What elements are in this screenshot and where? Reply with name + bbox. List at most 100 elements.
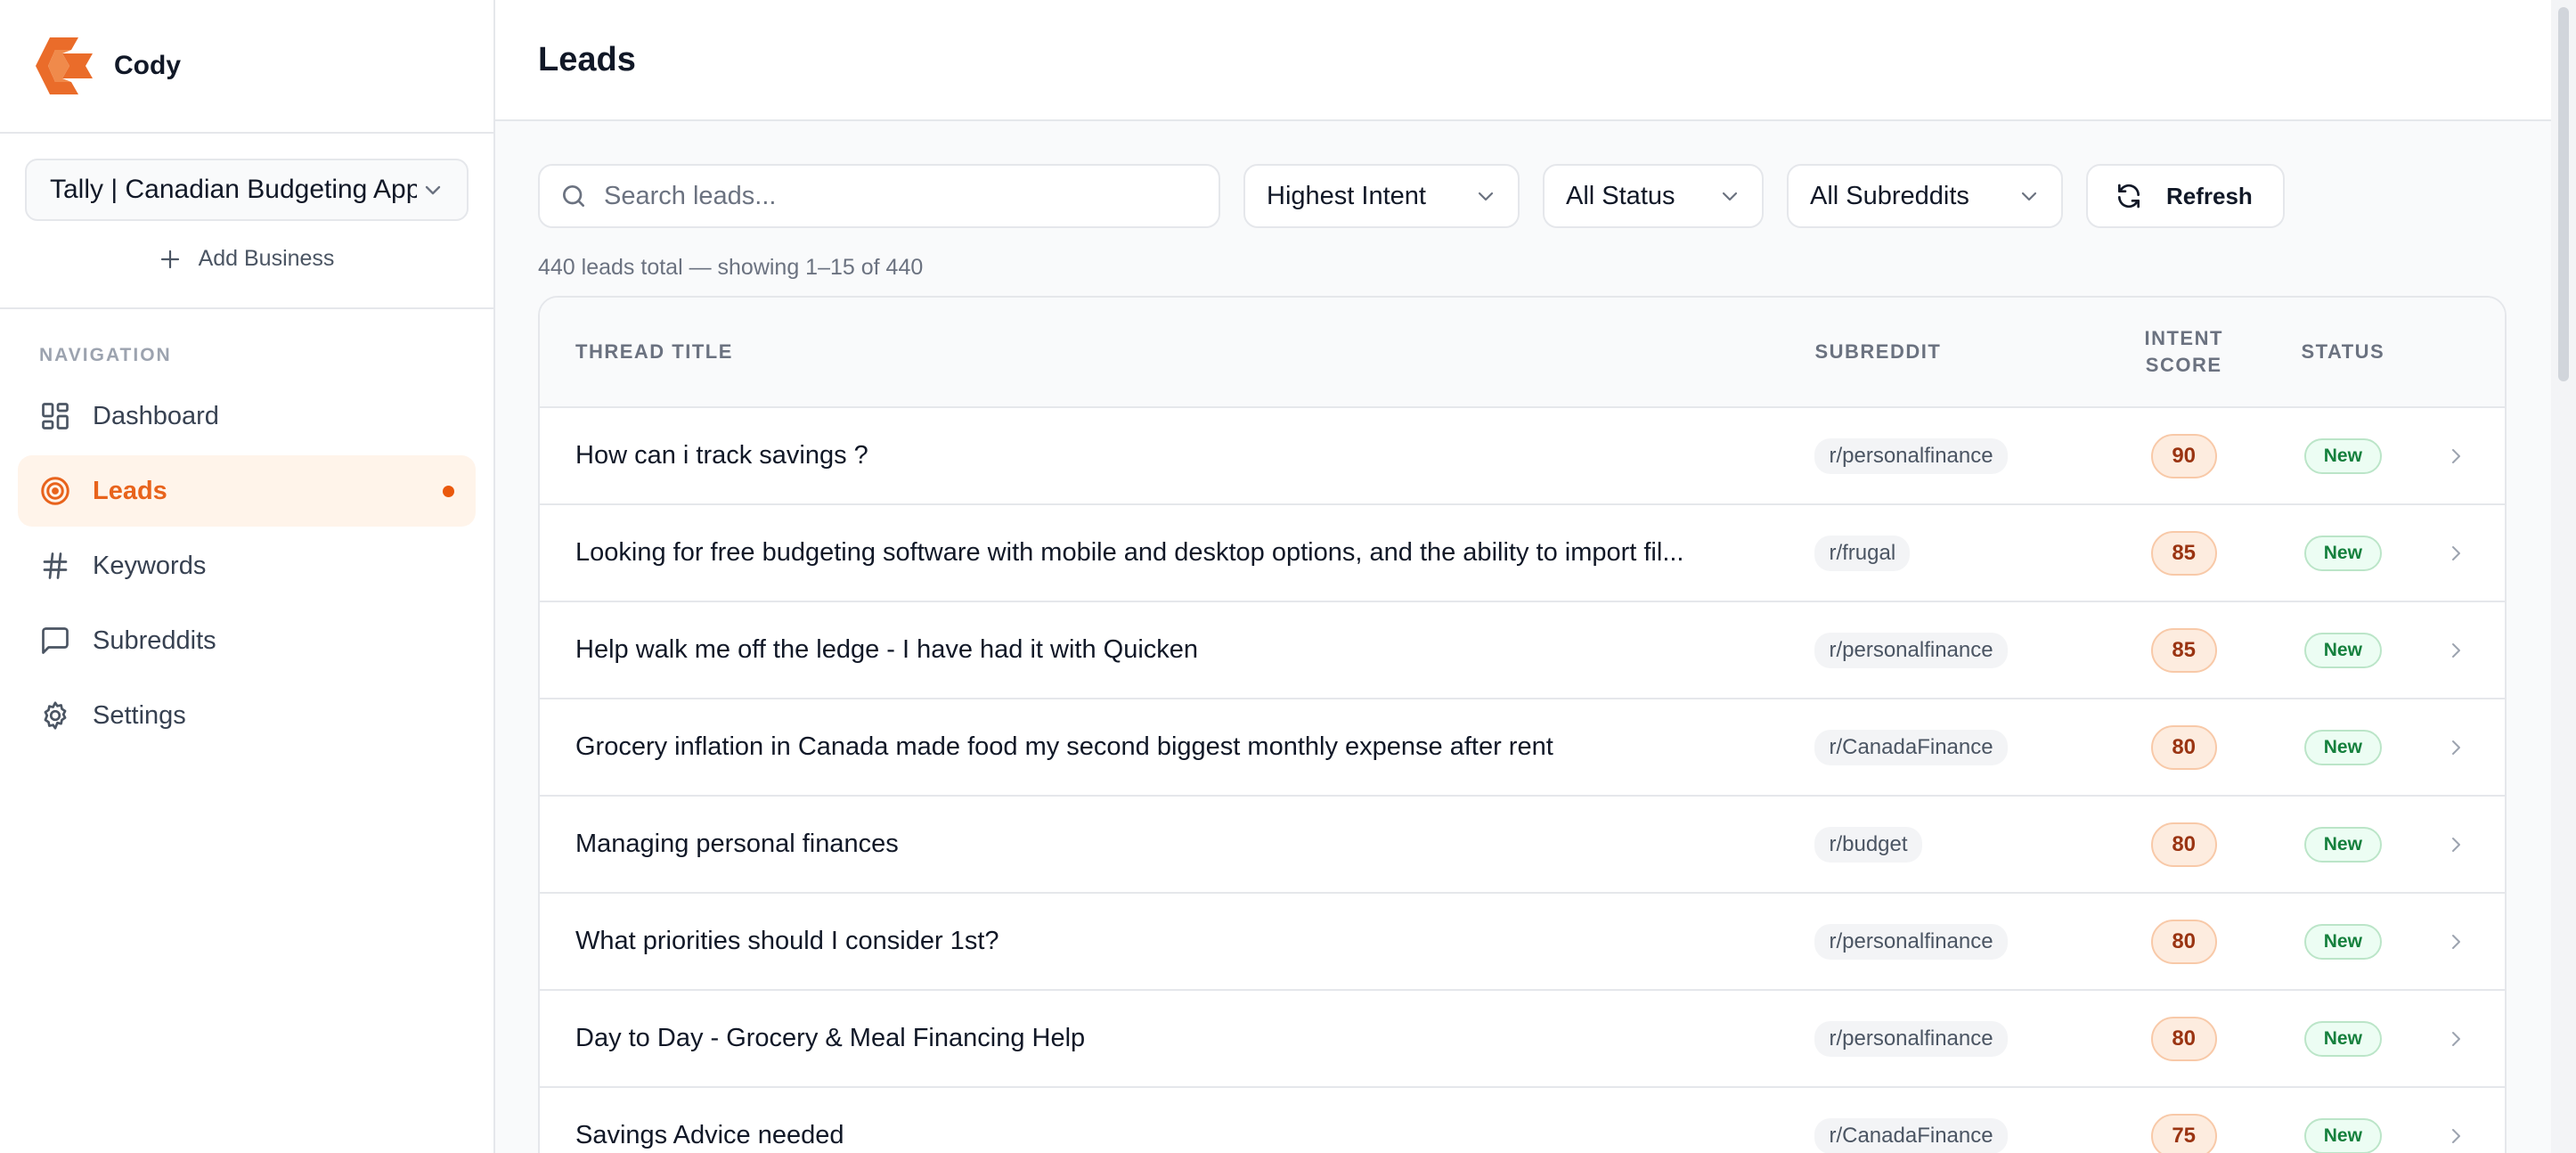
filter-toolbar: Highest Intent All Status All Subreddits xyxy=(495,121,2576,228)
column-header-score-line2: SCORE xyxy=(2145,354,2222,376)
sort-select-value: Highest Intent xyxy=(1267,181,1426,210)
dashboard-icon xyxy=(42,403,69,429)
score-cell: 90 xyxy=(2089,433,2279,478)
status-select[interactable]: All Status xyxy=(1543,164,1764,228)
chevron-down-icon xyxy=(1478,192,1494,201)
subreddit-badge: r/CanadaFinance xyxy=(1814,729,2008,765)
message-square-icon xyxy=(42,627,69,654)
intent-score-badge: 80 xyxy=(2150,724,2217,770)
refresh-button[interactable]: Refresh xyxy=(2086,164,2285,228)
sidebar: Cody Tally | Canadian Budgeting App Add … xyxy=(0,0,495,1153)
search-input[interactable] xyxy=(604,181,1174,211)
intent-score-badge: 85 xyxy=(2150,530,2217,576)
sidebar-item-label: Leads xyxy=(93,476,167,505)
subreddit-badge: r/personalfinance xyxy=(1814,923,2008,960)
subreddit-select[interactable]: All Subreddits xyxy=(1787,164,2063,228)
row-action[interactable] xyxy=(2407,1028,2505,1050)
thread-title: Looking for free budgeting software with… xyxy=(575,538,1684,567)
column-header-subreddit[interactable]: SUBREDDIT xyxy=(1814,340,2088,364)
refresh-icon xyxy=(2118,184,2140,209)
subreddit-badge: r/budget xyxy=(1814,826,1922,863)
column-header-status[interactable]: STATUS xyxy=(2278,340,2407,364)
sidebar-item-label: Subreddits xyxy=(93,626,216,655)
thread-title: What priorities should I consider 1st? xyxy=(575,927,999,955)
column-header-score-line1: INTENT xyxy=(2144,327,2223,349)
sidebar-item-settings[interactable]: Settings xyxy=(18,680,476,751)
status-cell: New xyxy=(2278,826,2407,863)
table-row[interactable]: How can i track savings ? r/personalfina… xyxy=(540,408,2505,505)
page-header: Leads xyxy=(495,0,2576,121)
subreddit-cell: r/frugal xyxy=(1814,535,2088,571)
subreddit-badge: r/CanadaFinance xyxy=(1814,1117,2008,1153)
chevron-right-icon xyxy=(2452,740,2461,755)
subreddit-cell: r/personalfinance xyxy=(1814,923,2088,960)
table-header: THREAD TITLE SUBREDDIT INTENT SCORE STAT… xyxy=(540,298,2505,408)
row-action[interactable] xyxy=(2407,446,2505,467)
results-summary: 440 leads total — showing 1–15 of 440 xyxy=(538,255,924,280)
table-row[interactable]: Looking for free budgeting software with… xyxy=(540,505,2505,602)
score-cell: 80 xyxy=(2089,1016,2279,1061)
search-box xyxy=(538,164,1220,228)
status-badge: New xyxy=(2303,826,2382,863)
row-action[interactable] xyxy=(2407,1125,2505,1147)
row-action[interactable] xyxy=(2407,834,2505,855)
nav-section-label: NAVIGATION xyxy=(39,345,172,365)
chevron-right-icon xyxy=(2452,448,2461,463)
brand[interactable]: Cody xyxy=(0,0,493,134)
column-header-intent-score[interactable]: INTENT SCORE xyxy=(2089,325,2279,379)
table-row[interactable]: Help walk me off the ledge - I have had … xyxy=(540,602,2505,699)
table-row[interactable]: Grocery inflation in Canada made food my… xyxy=(540,699,2505,797)
app-root: Cody Tally | Canadian Budgeting App Add … xyxy=(0,0,2576,1153)
chevron-right-icon xyxy=(2452,642,2461,658)
table-body: How can i track savings ? r/personalfina… xyxy=(540,408,2505,1153)
row-action[interactable] xyxy=(2407,543,2505,564)
target-icon xyxy=(41,477,69,505)
table-row[interactable]: Day to Day - Grocery & Meal Financing He… xyxy=(540,991,2505,1088)
add-business-button[interactable]: Add Business xyxy=(25,246,469,272)
business-select-value: Tally | Canadian Budgeting App xyxy=(50,175,417,204)
status-badge: New xyxy=(2303,437,2382,474)
status-badge: New xyxy=(2303,923,2382,960)
chevron-right-icon xyxy=(2452,1128,2461,1143)
intent-score-badge: 85 xyxy=(2150,627,2217,673)
active-indicator-dot xyxy=(443,486,454,497)
sidebar-nav: Dashboard Leads Keywords Subreddits Sett… xyxy=(0,380,493,751)
business-section: Tally | Canadian Budgeting App Add Busin… xyxy=(0,134,493,309)
sidebar-item-label: Keywords xyxy=(93,551,207,580)
status-cell: New xyxy=(2278,437,2407,474)
subreddit-cell: r/CanadaFinance xyxy=(1814,1117,2088,1153)
sidebar-item-dashboard[interactable]: Dashboard xyxy=(18,380,476,452)
subreddit-cell: r/CanadaFinance xyxy=(1814,729,2088,765)
subreddit-cell: r/budget xyxy=(1814,826,2088,863)
scrollbar-thumb[interactable] xyxy=(2558,7,2569,381)
score-cell: 85 xyxy=(2089,530,2279,576)
sidebar-item-label: Settings xyxy=(93,700,186,730)
sidebar-item-leads[interactable]: Leads xyxy=(18,455,476,527)
sidebar-item-subreddits[interactable]: Subreddits xyxy=(18,605,476,676)
business-select[interactable]: Tally | Canadian Budgeting App xyxy=(25,159,469,221)
sidebar-item-label: Dashboard xyxy=(93,401,219,430)
leads-table: THREAD TITLE SUBREDDIT INTENT SCORE STAT… xyxy=(538,296,2507,1153)
row-action[interactable] xyxy=(2407,640,2505,661)
subreddit-badge: r/frugal xyxy=(1814,535,1911,571)
table-row[interactable]: Savings Advice needed r/CanadaFinance 75… xyxy=(540,1088,2505,1153)
thread-title: Grocery inflation in Canada made food my… xyxy=(575,732,1553,761)
status-select-value: All Status xyxy=(1566,181,1675,210)
thread-title: Savings Advice needed xyxy=(575,1121,844,1149)
scrollbar-track[interactable] xyxy=(2551,0,2576,1153)
refresh-label: Refresh xyxy=(2166,182,2253,209)
table-row[interactable]: What priorities should I consider 1st? r… xyxy=(540,894,2505,991)
intent-score-badge: 80 xyxy=(2150,822,2217,867)
table-row[interactable]: Managing personal finances r/budget 80 N… xyxy=(540,797,2505,894)
sidebar-item-keywords[interactable]: Keywords xyxy=(18,530,476,601)
score-cell: 80 xyxy=(2089,822,2279,867)
status-cell: New xyxy=(2278,1020,2407,1057)
subreddit-select-value: All Subreddits xyxy=(1810,181,1969,210)
row-action[interactable] xyxy=(2407,737,2505,758)
status-badge: New xyxy=(2303,1117,2382,1153)
sort-select[interactable]: Highest Intent xyxy=(1243,164,1520,228)
row-action[interactable] xyxy=(2407,931,2505,953)
thread-title: Help walk me off the ledge - I have had … xyxy=(575,635,1199,664)
main-content: Leads Highest Intent All Status xyxy=(495,0,2576,1153)
column-header-title[interactable]: THREAD TITLE xyxy=(540,340,1814,364)
